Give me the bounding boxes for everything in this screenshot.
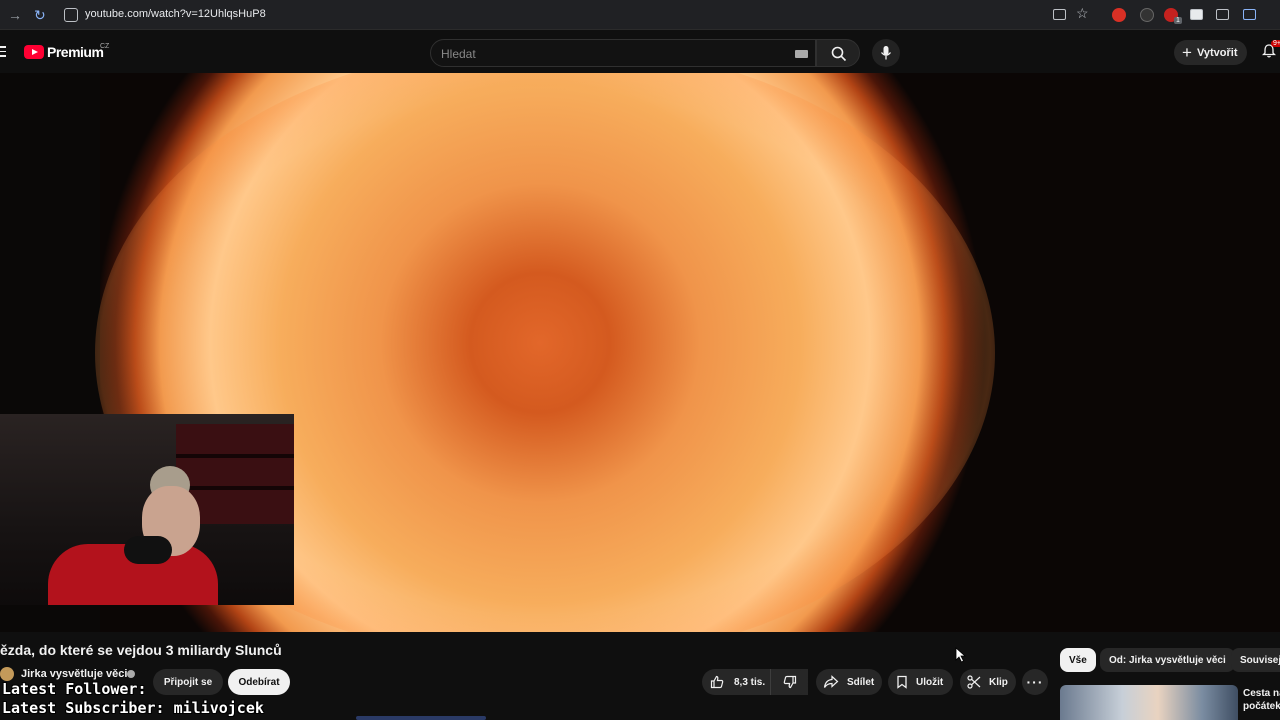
browser-toolbar: → ↻ youtube.com/watch?v=12UhlqsHuP8 ☆ 1	[0, 0, 1280, 30]
extension-panel-icon[interactable]	[1190, 9, 1203, 20]
create-label: Vytvořit	[1196, 46, 1238, 59]
keyboard-icon[interactable]	[795, 50, 808, 58]
forward-arrow-icon[interactable]: →	[8, 7, 22, 23]
microphone-icon	[880, 46, 892, 60]
save-label: Uložit	[916, 676, 944, 688]
hamburger-menu-icon[interactable]	[0, 46, 6, 57]
chip-from-channel[interactable]: Od: Jirka vysvětluje věci	[1100, 648, 1235, 672]
tab-search-icon[interactable]	[1216, 9, 1229, 20]
voice-search-button[interactable]	[872, 39, 900, 67]
scissors-icon	[967, 675, 981, 689]
extensions-puzzle-icon[interactable]	[1243, 9, 1256, 20]
related-video-title[interactable]: Cesta na počátek	[1243, 687, 1280, 713]
share-arrow-icon	[823, 675, 839, 688]
youtube-header: Premium CZ + Vytvořit 9+	[0, 30, 1280, 73]
extension-badge: 1	[1174, 17, 1182, 24]
search-icon	[831, 46, 847, 62]
bookmark-star-icon[interactable]: ☆	[1076, 5, 1089, 22]
streamer-webcam	[0, 414, 294, 605]
mouse-cursor-icon	[955, 647, 966, 663]
search-box	[430, 39, 816, 67]
site-settings-icon[interactable]	[64, 8, 78, 22]
chip-related[interactable]: Souvisej	[1231, 648, 1280, 672]
verified-check-icon	[127, 670, 135, 678]
create-button[interactable]: + Vytvořit	[1174, 40, 1248, 65]
reload-icon[interactable]: ↻	[34, 7, 46, 24]
streamer-microphone	[124, 536, 172, 564]
latest-follower-overlay: Latest Follower:	[2, 680, 147, 698]
video-title: ězda, do které se vejdou 3 miliardy Slun…	[0, 642, 282, 658]
clip-label: Klip	[989, 676, 1008, 688]
channel-avatar[interactable]	[0, 667, 14, 681]
extension-red-icon[interactable]	[1112, 8, 1126, 22]
install-app-icon[interactable]	[1053, 9, 1066, 20]
like-count: 8,3 tis.	[734, 676, 766, 688]
dislike-button[interactable]	[770, 669, 808, 695]
logo-text: Premium	[47, 44, 104, 60]
channel-name[interactable]: Jirka vysvětluje věci	[21, 668, 127, 680]
share-label: Sdílet	[847, 676, 875, 688]
chip-all[interactable]: Vše	[1060, 648, 1096, 672]
subscribe-button[interactable]: Odebírat	[228, 669, 290, 695]
plus-icon: +	[1182, 43, 1192, 62]
address-bar-url[interactable]: youtube.com/watch?v=12UhlqsHuP8	[85, 8, 266, 20]
youtube-play-icon	[24, 45, 44, 59]
latest-subscriber-overlay: Latest Subscriber: milivojcek	[2, 699, 264, 717]
bookmark-icon	[897, 675, 907, 689]
thumbs-down-icon	[783, 675, 796, 689]
share-button[interactable]: Sdílet	[816, 669, 882, 695]
search-button[interactable]	[816, 39, 860, 67]
country-code: CZ	[100, 43, 110, 50]
related-video-thumbnail[interactable]	[1060, 685, 1238, 720]
join-button[interactable]: Připojit se	[153, 669, 223, 695]
thumbs-up-icon	[710, 675, 724, 689]
clip-button[interactable]: Klip	[960, 669, 1016, 695]
extension-dark-icon[interactable]	[1140, 8, 1154, 22]
search-input[interactable]	[441, 45, 781, 63]
notification-badge: 9+	[1271, 40, 1280, 47]
youtube-premium-logo[interactable]: Premium	[24, 44, 104, 60]
taskbar-indicator	[356, 716, 486, 720]
more-actions-button[interactable]: ···	[1022, 669, 1048, 695]
save-button[interactable]: Uložit	[888, 669, 953, 695]
